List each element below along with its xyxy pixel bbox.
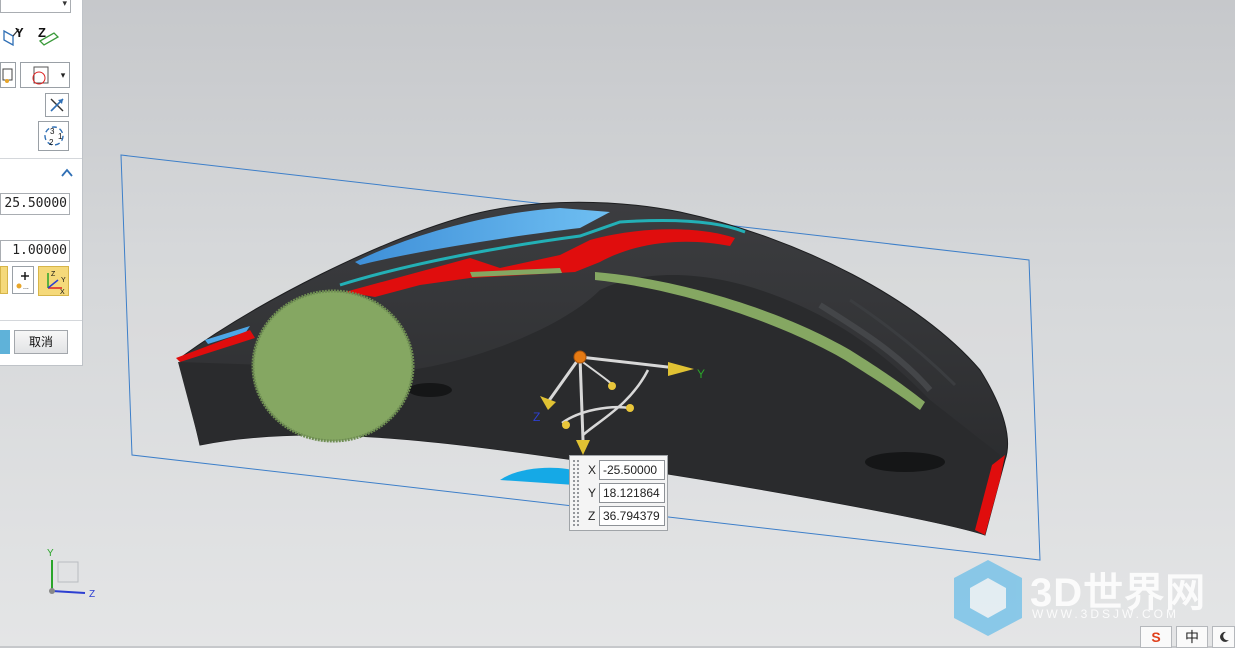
ime-mode-button[interactable]: 中 (1176, 626, 1208, 648)
plane-options-button[interactable]: ▾ (20, 62, 70, 88)
selected-tool-button[interactable] (0, 266, 8, 294)
cancel-button[interactable]: 取消 (14, 330, 68, 354)
add-point-icon: ... (16, 272, 29, 291)
body-hole (408, 383, 452, 397)
svg-text:...: ... (23, 284, 29, 291)
csys-button[interactable]: Z Y X (38, 266, 69, 296)
svg-text:X: X (60, 289, 65, 294)
point-dialog-button[interactable] (0, 62, 16, 88)
svg-text:Y: Y (15, 25, 24, 40)
chevron-down-icon: ▾ (60, 69, 66, 80)
triad-y-label: Y (47, 548, 54, 559)
x-coordinate-input[interactable]: -25.50000 (599, 460, 665, 480)
dialog-panel: ▾ Y Z ▾ 3 1 2 25.50000 1.00000 ... Z Y X… (0, 0, 83, 366)
cycle-axis-icon: 3 1 2 (43, 126, 64, 147)
button-divider (0, 320, 82, 321)
plane-circle-icon (32, 66, 49, 85)
drag-handle[interactable] (572, 459, 580, 527)
svg-text:Y: Y (61, 277, 66, 284)
body-hole (865, 452, 945, 472)
csys-icon: Z Y X (46, 271, 66, 294)
y-axis-icon: Y (3, 25, 24, 47)
z-coordinate-input[interactable]: 36.794379 (599, 506, 665, 526)
add-point-button[interactable]: ... (12, 266, 34, 294)
distance-field[interactable]: 25.50000 (0, 193, 70, 215)
z-axis-orient-button[interactable]: Z (33, 22, 61, 48)
manipulator-z-label: Z (533, 410, 540, 424)
graphics-viewport[interactable]: Y Z Y Z (0, 0, 1235, 646)
chevron-down-icon: ▾ (62, 0, 67, 8)
svg-text:2: 2 (49, 138, 54, 147)
reverse-direction-button[interactable] (45, 93, 69, 117)
y-coordinate-input[interactable]: 18.121864 (599, 483, 665, 503)
ok-button[interactable] (0, 330, 10, 354)
svg-text:1: 1 (58, 132, 63, 141)
section-divider (0, 158, 82, 159)
reverse-direction-icon (50, 98, 64, 112)
watermark-url: WWW.3DSJW.COM (1032, 607, 1179, 621)
collapse-section-icon[interactable] (60, 166, 74, 180)
svg-text:Z: Z (51, 271, 56, 278)
coordinate-popup: X -25.50000 Y 18.121864 Z 36.794379 (569, 455, 668, 531)
svg-text:3: 3 (50, 127, 55, 136)
orientation-dropdown[interactable]: ▾ (0, 0, 71, 13)
cut-disc[interactable] (251, 289, 415, 443)
rotate-handle (608, 382, 616, 390)
view-triad: Y Z (47, 548, 95, 600)
moon-icon[interactable] (1212, 626, 1235, 648)
cycle-axis-button[interactable]: 3 1 2 (38, 121, 69, 151)
origin-handle (573, 350, 587, 364)
rotate-handle (562, 421, 570, 429)
scale-field[interactable]: 1.00000 (0, 240, 70, 262)
manipulator-y-label: Y (697, 367, 705, 381)
ime-logo-icon[interactable]: S (1140, 626, 1172, 648)
y-axis-orient-button[interactable]: Y (0, 22, 28, 48)
z-axis-icon: Z (38, 25, 60, 46)
model-view: Y Z Y Z (47, 154, 1041, 636)
watermark-logo (954, 560, 1022, 636)
triad-z-label: Z (89, 589, 95, 600)
rotate-handle (626, 404, 634, 412)
point-plane-icon (2, 68, 13, 83)
